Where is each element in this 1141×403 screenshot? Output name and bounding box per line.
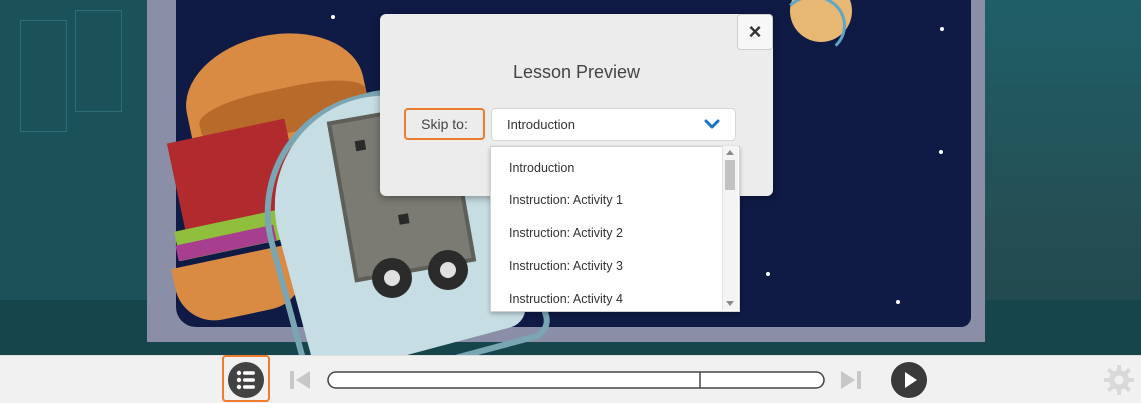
play-button[interactable]	[891, 362, 927, 398]
dropdown-option[interactable]: Introduction	[509, 161, 574, 175]
play-icon	[905, 372, 917, 388]
robot-wheel-right	[428, 250, 468, 290]
close-button[interactable]: ×	[737, 14, 773, 50]
progress-bar[interactable]	[326, 370, 826, 390]
skip-to-select[interactable]: Introduction	[491, 108, 736, 141]
chevron-down-icon	[704, 119, 720, 129]
selected-value: Introduction	[507, 117, 575, 132]
dropdown-option[interactable]: Instruction: Activity 2	[509, 226, 623, 240]
scroll-down-icon[interactable]	[726, 301, 734, 306]
dropdown-scrollbar[interactable]	[722, 146, 738, 310]
robot-wheel-left	[372, 258, 412, 298]
skip-back-icon[interactable]	[288, 369, 312, 391]
scroll-thumb[interactable]	[725, 160, 735, 190]
list-icon	[236, 370, 255, 390]
skip-to-label: Skip to:	[404, 108, 485, 140]
skip-to-dropdown: Introduction Instruction: Activity 1 Ins…	[490, 146, 740, 312]
dropdown-option[interactable]: Instruction: Activity 3	[509, 259, 623, 273]
dropdown-option[interactable]: Instruction: Activity 1	[509, 193, 623, 207]
close-icon: ×	[748, 19, 762, 44]
dropdown-option[interactable]: Instruction: Activity 4	[509, 292, 623, 306]
scroll-up-icon[interactable]	[726, 150, 734, 155]
skip-forward-icon[interactable]	[839, 369, 863, 391]
gear-icon[interactable]	[1101, 362, 1137, 398]
modal-title: Lesson Preview	[512, 62, 641, 82]
menu-button[interactable]	[228, 362, 264, 398]
